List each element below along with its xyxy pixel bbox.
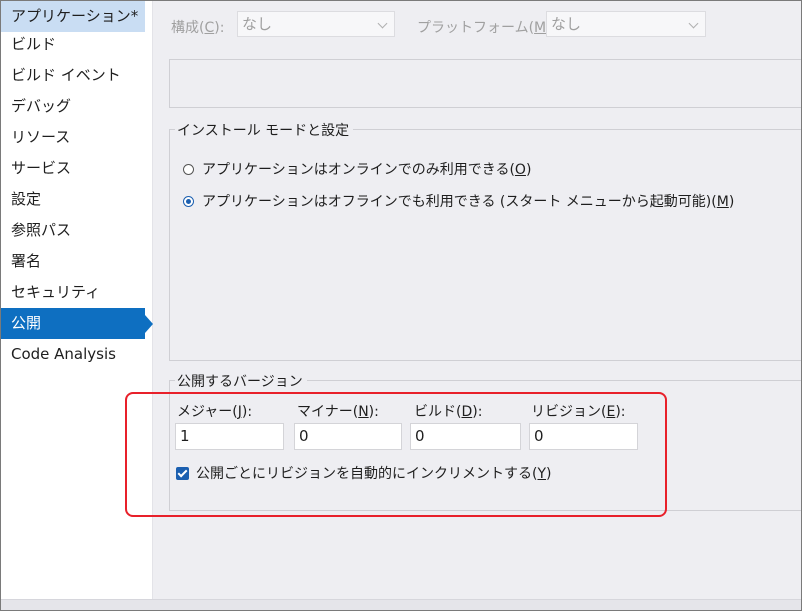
active-indicator-arrow-icon [145,315,153,333]
major-label: メジャー(J): [177,404,253,420]
auto-increment-checkbox[interactable]: 公開ごとにリビジョンを自動的にインクリメントする(Y) [176,463,552,483]
divider [169,107,801,108]
sidebar-item-services[interactable]: サービス [1,153,145,184]
sidebar-item-label: アプリケーション* [11,7,139,25]
sidebar-item-label: ビルド イベント [11,66,121,84]
online-only-label: アプリケーションはオンラインでのみ利用できる(O) [202,162,532,178]
divider [169,59,170,107]
group-border [169,360,801,361]
publish-version-title: 公開するバージョン [175,371,307,391]
sidebar-item-build[interactable]: ビルド [1,29,145,60]
sidebar-item-publish[interactable]: 公開 [1,308,145,339]
group-border [169,510,801,511]
offline-available-label: アプリケーションはオフラインでも利用できる (スタート メニューから起動可能)(… [202,194,735,210]
sidebar-item-label: ビルド [11,35,57,53]
configuration-value: なし [242,15,273,33]
chevron-down-icon [688,18,699,29]
online-only-radio[interactable]: アプリケーションはオンラインでのみ利用できる(O) [183,159,531,179]
sidebar-item-label: セキュリティ [11,283,101,301]
build-version-input[interactable]: 0 [410,423,521,450]
sidebar: アプリケーション* ビルド ビルド イベント デバッグ リソース サービス 設定… [1,1,153,610]
sidebar-item-security[interactable]: セキュリティ [1,277,145,308]
bottom-scroll-strip [1,599,801,610]
auto-increment-label: 公開ごとにリビジョンを自動的にインクリメントする(Y) [196,466,552,482]
project-properties-window: アプリケーション* ビルド ビルド イベント デバッグ リソース サービス 設定… [0,0,802,611]
sidebar-item-label: Code Analysis [11,345,116,363]
install-mode-title: インストール モードと設定 [175,120,354,140]
group-border [169,380,170,510]
sidebar-item-label: 公開 [11,314,42,332]
minor-version-input[interactable]: 0 [294,423,402,450]
radio-button-checked-icon [183,195,194,207]
sidebar-item-code-analysis[interactable]: Code Analysis [1,339,145,370]
sidebar-item-label: リソース [11,128,71,146]
build-label: ビルド(D): [414,404,483,420]
sidebar-item-settings[interactable]: 設定 [1,184,145,215]
sidebar-item-application[interactable]: アプリケーション* [1,1,145,32]
sidebar-item-reference-paths[interactable]: 参照パス [1,215,145,246]
sidebar-item-resources[interactable]: リソース [1,122,145,153]
checkbox-checked-icon [176,466,189,480]
sidebar-item-build-events[interactable]: ビルド イベント [1,60,145,91]
sidebar-item-label: デバッグ [11,97,72,115]
sidebar-item-label: サービス [11,159,72,177]
sidebar-item-label: 設定 [11,190,42,208]
configuration-dropdown[interactable]: なし [237,11,395,37]
chevron-down-icon [377,18,388,29]
divider [169,59,801,60]
minor-label: マイナー(N): [297,404,379,420]
sidebar-item-signing[interactable]: 署名 [1,246,145,277]
sidebar-item-debug[interactable]: デバッグ [1,91,145,122]
publish-page: 構成(C): なし プラットフォーム(M): なし インストール モードと設定 … [125,1,801,610]
platform-dropdown[interactable]: なし [546,11,706,37]
sidebar-item-label: 署名 [11,252,42,270]
sidebar-item-label: 参照パス [11,221,72,239]
revision-label: リビジョン(E): [531,404,626,420]
radio-button-icon [183,163,194,175]
major-version-input[interactable]: 1 [175,423,284,450]
platform-label: プラットフォーム(M): [417,20,556,36]
offline-available-radio[interactable]: アプリケーションはオフラインでも利用できる (スタート メニューから起動可能)(… [183,191,734,211]
revision-version-input[interactable]: 0 [529,423,638,450]
group-border [169,129,170,360]
configuration-label: 構成(C): [171,20,225,36]
platform-value: なし [551,15,582,33]
